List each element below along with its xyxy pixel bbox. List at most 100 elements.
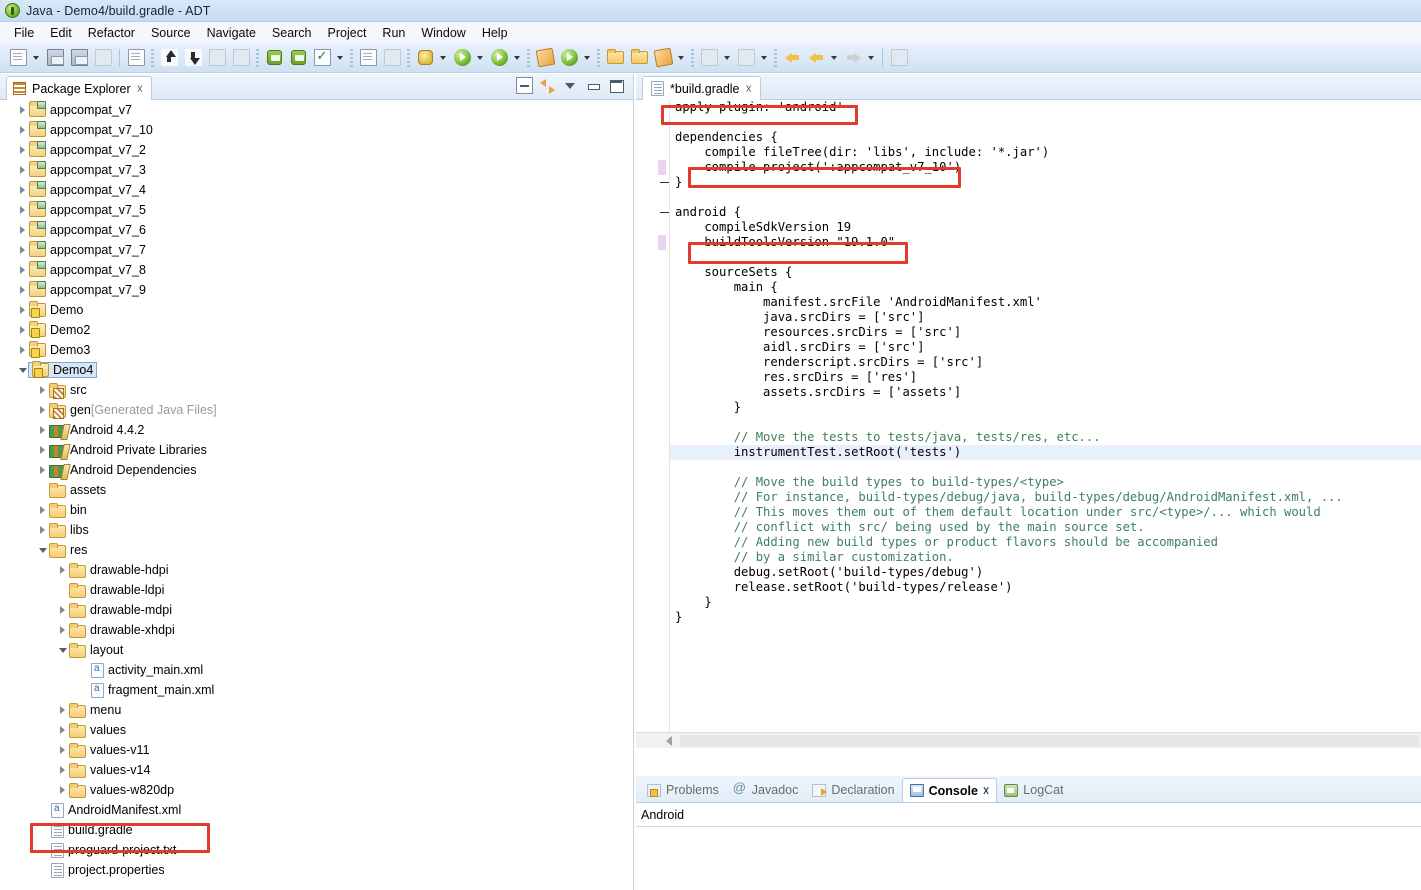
tree-item-values-v11[interactable]: values-v11 <box>0 740 633 760</box>
tree-item-drawable-hdpi[interactable]: drawable-hdpi <box>0 560 633 580</box>
tree-item-gen[interactable]: gen [Generated Java Files] <box>0 400 633 420</box>
tree-item-appcompat-v7-4[interactable]: appcompat_v7_4 <box>0 180 633 200</box>
code-line[interactable]: java.srcDirs = ['src'] <box>670 310 1421 325</box>
code-line[interactable]: resources.srcDirs = ['src'] <box>670 325 1421 340</box>
tree-item-menu[interactable]: menu <box>0 700 633 720</box>
tree-item-libs[interactable]: libs <box>0 520 633 540</box>
code-line[interactable]: compile project(':appcompat_v7_10') <box>670 160 1421 175</box>
chevron-right-icon[interactable] <box>56 760 69 780</box>
code-line[interactable]: apply plugin: 'android' <box>670 100 1421 115</box>
new-android-activity-icon[interactable] <box>558 47 580 69</box>
search-dropdown-icon[interactable] <box>675 47 686 69</box>
menu-item-window[interactable]: Window <box>413 24 473 42</box>
code-line[interactable]: // Adding new build types or product fla… <box>670 535 1421 550</box>
collapsed-fold-icon[interactable] <box>659 177 670 188</box>
open-resource-icon[interactable] <box>628 47 650 69</box>
scrollbar-track[interactable] <box>680 735 1419 747</box>
code-line[interactable]: } <box>670 400 1421 415</box>
chevron-right-icon[interactable] <box>56 700 69 720</box>
chevron-right-icon[interactable] <box>56 620 69 640</box>
tree-item-appcompat-v7[interactable]: appcompat_v7 <box>0 100 633 120</box>
next-annotation-dropdown-icon[interactable] <box>721 47 732 69</box>
chevron-right-icon[interactable] <box>16 280 29 300</box>
run-history-icon[interactable] <box>488 47 510 69</box>
tree-item-values-v14[interactable]: values-v14 <box>0 760 633 780</box>
code-line[interactable]: sourceSets { <box>670 265 1421 280</box>
tree-item-demo2[interactable]: Demo2 <box>0 320 633 340</box>
editor-horizontal-scrollbar[interactable] <box>636 732 1421 748</box>
tree-item-androidmanifest-xml[interactable]: AndroidManifest.xml <box>0 800 633 820</box>
new-android-project-icon[interactable] <box>357 47 379 69</box>
tree-item-values[interactable]: values <box>0 720 633 740</box>
tab-javadoc[interactable]: Javadoc <box>726 778 806 802</box>
restore-icon[interactable] <box>888 47 910 69</box>
code-line[interactable]: // by a similar customization. <box>670 550 1421 565</box>
code-line[interactable] <box>670 190 1421 205</box>
back-previous-icon[interactable] <box>805 47 827 69</box>
view-menu-icon[interactable] <box>562 77 579 94</box>
chevron-right-icon[interactable] <box>36 400 49 420</box>
chevron-right-icon[interactable] <box>56 600 69 620</box>
tab-declaration[interactable]: Declaration <box>805 778 901 802</box>
chevron-right-icon[interactable] <box>56 720 69 740</box>
sdk-manager-icon[interactable] <box>263 47 285 69</box>
tree-item-appcompat-v7-8[interactable]: appcompat_v7_8 <box>0 260 633 280</box>
code-line[interactable]: main { <box>670 280 1421 295</box>
forward-icon[interactable] <box>842 47 864 69</box>
link-with-editor-icon[interactable] <box>539 77 556 94</box>
menu-item-help[interactable]: Help <box>474 24 516 42</box>
tree-item-appcompat-v7-6[interactable]: appcompat_v7_6 <box>0 220 633 240</box>
tab-problems[interactable]: Problems <box>640 778 726 802</box>
tree-item-android-4-4-2[interactable]: Android 4.4.2 <box>0 420 633 440</box>
chevron-right-icon[interactable] <box>16 340 29 360</box>
tree-item-layout[interactable]: layout <box>0 640 633 660</box>
chevron-right-icon[interactable] <box>56 560 69 580</box>
tab-console[interactable]: Console ☓ <box>901 778 998 802</box>
forward-dropdown-icon[interactable] <box>865 47 876 69</box>
chevron-right-icon[interactable] <box>16 140 29 160</box>
menu-item-refactor[interactable]: Refactor <box>80 24 143 42</box>
tree-item-bin[interactable]: bin <box>0 500 633 520</box>
chevron-right-icon[interactable] <box>16 180 29 200</box>
chevron-right-icon[interactable] <box>16 100 29 120</box>
chevron-right-icon[interactable] <box>16 200 29 220</box>
menu-item-file[interactable]: File <box>6 24 42 42</box>
tree-item-assets[interactable]: assets <box>0 480 633 500</box>
code-line[interactable]: compile fileTree(dir: 'libs', include: '… <box>670 145 1421 160</box>
code-line[interactable]: // conflict with src/ being used by the … <box>670 520 1421 535</box>
code-line[interactable]: dependencies { <box>670 130 1421 145</box>
code-line[interactable]: compileSdkVersion 19 <box>670 220 1421 235</box>
tree-item-project-properties[interactable]: project.properties <box>0 860 633 880</box>
tab-logcat[interactable]: LogCat <box>997 778 1070 802</box>
format-icon[interactable] <box>230 47 252 69</box>
code-line[interactable]: } <box>670 175 1421 190</box>
search-icon[interactable] <box>652 47 674 69</box>
tree-item-appcompat-v7-7[interactable]: appcompat_v7_7 <box>0 240 633 260</box>
code-line[interactable]: manifest.srcFile 'AndroidManifest.xml' <box>670 295 1421 310</box>
open-perspective-icon[interactable] <box>604 47 626 69</box>
code-line[interactable]: renderscript.srcDirs = ['src'] <box>670 355 1421 370</box>
code-text-area[interactable]: apply plugin: 'android' dependencies { co… <box>636 100 1421 748</box>
chevron-right-icon[interactable] <box>36 420 49 440</box>
avd-manager-icon[interactable] <box>287 47 309 69</box>
tree-item-appcompat-v7-5[interactable]: appcompat_v7_5 <box>0 200 633 220</box>
code-line[interactable]: } <box>670 595 1421 610</box>
chevron-right-icon[interactable] <box>36 500 49 520</box>
code-lines[interactable]: apply plugin: 'android' dependencies { co… <box>670 100 1421 748</box>
tree-item-appcompat-v7-2[interactable]: appcompat_v7_2 <box>0 140 633 160</box>
code-line[interactable]: instrumentTest.setRoot('tests') <box>670 445 1421 460</box>
tree-item-values-w820dp[interactable]: values-w820dp <box>0 780 633 800</box>
chevron-right-icon[interactable] <box>56 780 69 800</box>
previous-edit-icon[interactable] <box>735 47 757 69</box>
tree-item-demo3[interactable]: Demo3 <box>0 340 633 360</box>
save-all-icon[interactable] <box>68 47 90 69</box>
chevron-right-icon[interactable] <box>16 160 29 180</box>
back-dropdown-icon[interactable] <box>828 47 839 69</box>
expanded-fold-icon[interactable] <box>659 207 670 218</box>
project-tree[interactable]: appcompat_v7 appcompat_v7_10 appcompat_v7_… <box>0 100 633 890</box>
tree-item-android-dependencies[interactable]: Android Dependencies <box>0 460 633 480</box>
chevron-down-icon[interactable] <box>16 360 29 380</box>
code-line[interactable]: // This moves them out of them default l… <box>670 505 1421 520</box>
tree-item-proguard-project-txt[interactable]: proguard-project.txt <box>0 840 633 860</box>
next-annotation-icon[interactable] <box>698 47 720 69</box>
